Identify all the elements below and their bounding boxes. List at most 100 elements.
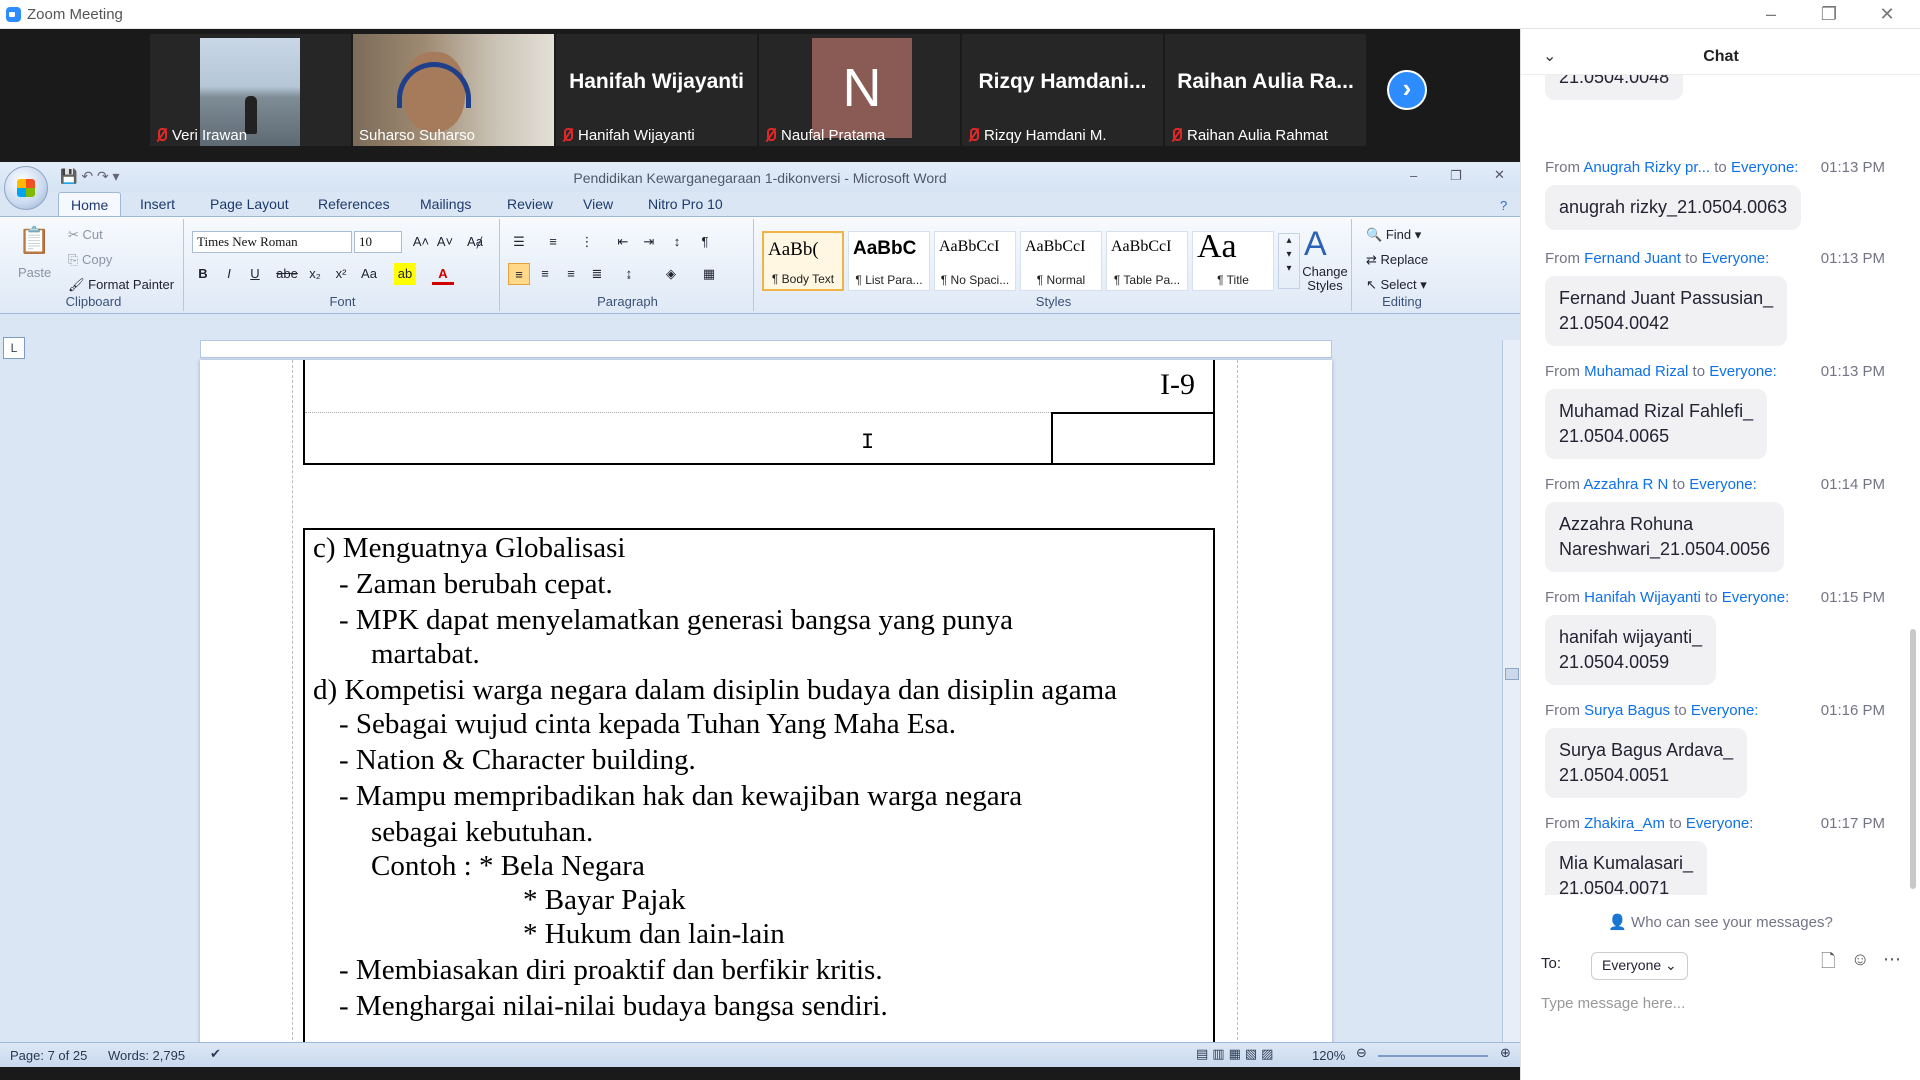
- style-list-paragraph[interactable]: AaBbC ¶ List Para...: [848, 231, 930, 291]
- close-button[interactable]: ✕: [1858, 0, 1916, 29]
- chat-message-input[interactable]: Type message here...: [1541, 995, 1901, 1025]
- participant-tile[interactable]: Raihan Aulia Ra... Raihan Aulia Rahmat: [1165, 34, 1366, 146]
- participant-tile[interactable]: Hanifah Wijayanti Hanifah Wijayanti: [556, 34, 757, 146]
- word-count[interactable]: Words: 2,795: [108, 1048, 185, 1063]
- subscript-icon[interactable]: x₂: [304, 263, 326, 285]
- line-spacing-icon[interactable]: ↨: [618, 263, 640, 285]
- restore-button[interactable]: ❐: [1800, 0, 1858, 29]
- header-table[interactable]: I-9 I: [303, 360, 1215, 465]
- tab-selector-icon[interactable]: L: [3, 337, 25, 359]
- paste-icon[interactable]: 📋: [18, 225, 50, 256]
- participant-tile[interactable]: Rizqy Hamdani... Rizqy Hamdani M.: [962, 34, 1163, 146]
- zoom-slider[interactable]: [1378, 1055, 1488, 1057]
- font-color-icon[interactable]: A: [432, 263, 454, 285]
- margin-guide: [1237, 360, 1238, 1067]
- word-restore-button[interactable]: ❐: [1450, 168, 1462, 184]
- file-icon[interactable]: 🗋: [1821, 949, 1835, 979]
- copy-button[interactable]: ⎘ Copy: [68, 252, 112, 268]
- tab-references[interactable]: References: [318, 196, 390, 212]
- document-page[interactable]: I-9 I c) Menguatnya Globalisasi - Zaman …: [200, 360, 1332, 1067]
- tab-home[interactable]: Home: [58, 192, 122, 217]
- who-can-see-link[interactable]: 👤 Who can see your messages?: [1521, 913, 1920, 931]
- participant-tile-active-speaker[interactable]: Suharso Suharso: [353, 34, 554, 146]
- paste-button[interactable]: Paste: [18, 265, 51, 280]
- tab-mailings[interactable]: Mailings: [420, 196, 471, 212]
- show-formatting-icon[interactable]: ¶: [694, 231, 716, 253]
- decrease-indent-icon[interactable]: ⇤: [612, 231, 634, 253]
- style-body-text[interactable]: AaBb(¶ Body Text: [762, 231, 844, 291]
- zoom-out-icon[interactable]: ⊖: [1356, 1045, 1367, 1061]
- word-minimize-button[interactable]: –: [1410, 168, 1417, 183]
- word-close-button[interactable]: ✕: [1494, 167, 1505, 183]
- format-painter-button[interactable]: 🖌 Format Painter: [68, 277, 174, 293]
- participant-display-name: Rizqy Hamdani...: [978, 70, 1147, 93]
- sort-icon[interactable]: ↕: [666, 231, 688, 253]
- grow-font-icon[interactable]: A˄: [410, 231, 432, 253]
- participant-tile[interactable]: N Naufal Pratama: [759, 34, 960, 146]
- italic-icon[interactable]: I: [218, 263, 240, 285]
- page-count[interactable]: Page: 7 of 25: [10, 1048, 87, 1063]
- chat-bubble: Mia Kumalasari_ 21.0504.0071: [1545, 841, 1708, 895]
- style-table-paragraph[interactable]: AaBbCcI ¶ Table Pa...: [1106, 231, 1188, 291]
- tab-insert[interactable]: Insert: [140, 196, 175, 212]
- tab-nitro-pro[interactable]: Nitro Pro 10: [648, 196, 723, 212]
- margin-guide: [292, 360, 293, 1067]
- vertical-scrollbar[interactable]: [1502, 340, 1520, 1050]
- view-buttons-icon[interactable]: ▤▥▦▧▨: [1196, 1046, 1277, 1062]
- justify-icon[interactable]: ≣: [586, 263, 608, 285]
- header-cell[interactable]: [1051, 412, 1215, 465]
- zoom-in-icon[interactable]: ⊕: [1500, 1045, 1511, 1061]
- change-case-icon[interactable]: Aa: [358, 263, 380, 285]
- recipient-row: To: Everyone ⌄: [1541, 952, 1901, 983]
- more-options-icon[interactable]: ⋯: [1883, 949, 1901, 970]
- participant-name: Rizqy Hamdani M.: [984, 127, 1107, 144]
- help-icon[interactable]: ?: [1500, 198, 1507, 213]
- underline-icon[interactable]: U: [244, 263, 266, 285]
- style-normal[interactable]: AaBbCcI ¶ Normal: [1020, 231, 1102, 291]
- horizontal-ruler[interactable]: [200, 340, 1332, 358]
- bullets-icon[interactable]: ☰: [508, 231, 530, 253]
- align-right-icon[interactable]: ≡: [560, 263, 582, 285]
- style-title[interactable]: Aa ¶ Title: [1192, 228, 1274, 291]
- minimize-button[interactable]: –: [1742, 0, 1800, 29]
- content-box[interactable]: c) Menguatnya Globalisasi - Zaman beruba…: [303, 528, 1215, 1067]
- numbering-icon[interactable]: ≡: [542, 231, 564, 253]
- strikethrough-icon[interactable]: abe: [276, 263, 298, 285]
- shading-icon[interactable]: ◈: [660, 263, 682, 285]
- tab-page-layout[interactable]: Page Layout: [210, 196, 289, 212]
- change-styles-icon[interactable]: A: [1304, 225, 1327, 264]
- chat-messages[interactable]: 21.0504.0048 From Anugrah Rizky pr... to…: [1521, 75, 1901, 895]
- editing-label: Editing: [1382, 294, 1422, 309]
- clear-formatting-icon[interactable]: Aⱥ: [464, 231, 486, 253]
- office-button[interactable]: [4, 166, 48, 210]
- font-name-select[interactable]: Times New Roman: [192, 231, 352, 253]
- emoji-icon[interactable]: ☺: [1851, 949, 1869, 970]
- scrollbar-thumb[interactable]: [1505, 668, 1519, 680]
- replace-button[interactable]: ⇄ Replace: [1366, 252, 1428, 268]
- borders-icon[interactable]: ▦: [698, 263, 720, 285]
- align-left-icon[interactable]: ≡: [508, 263, 530, 285]
- style-no-spacing[interactable]: AaBbCcI ¶ No Spaci...: [934, 231, 1016, 291]
- tab-view[interactable]: View: [583, 196, 613, 212]
- select-button[interactable]: ↖ Select ▾: [1366, 277, 1427, 293]
- multilevel-list-icon[interactable]: ⋮: [576, 231, 598, 253]
- tab-review[interactable]: Review: [507, 196, 553, 212]
- styles-scroll-icon[interactable]: ▴ ▾ ▾: [1278, 233, 1300, 289]
- change-styles-button[interactable]: Change Styles: [1300, 265, 1350, 293]
- find-button[interactable]: 🔍 Find ▾: [1366, 227, 1421, 243]
- recipient-select[interactable]: Everyone ⌄: [1591, 952, 1688, 980]
- superscript-icon[interactable]: x²: [330, 263, 352, 285]
- shrink-font-icon[interactable]: A˅: [434, 231, 456, 253]
- increase-indent-icon[interactable]: ⇥: [638, 231, 660, 253]
- to-label: To:: [1541, 955, 1562, 972]
- font-size-select[interactable]: 10: [354, 231, 402, 253]
- bold-icon[interactable]: B: [192, 263, 214, 285]
- chat-scrollbar[interactable]: [1910, 629, 1916, 889]
- proofing-icon[interactable]: ✔: [210, 1046, 221, 1062]
- highlight-icon[interactable]: ab: [394, 263, 416, 285]
- zoom-level[interactable]: 120%: [1312, 1048, 1345, 1063]
- cut-button[interactable]: ✂ Cut: [68, 227, 103, 243]
- align-center-icon[interactable]: ≡: [534, 263, 556, 285]
- next-page-arrow-icon[interactable]: ›: [1387, 70, 1427, 110]
- participant-tile[interactable]: Veri Irawan: [150, 34, 351, 146]
